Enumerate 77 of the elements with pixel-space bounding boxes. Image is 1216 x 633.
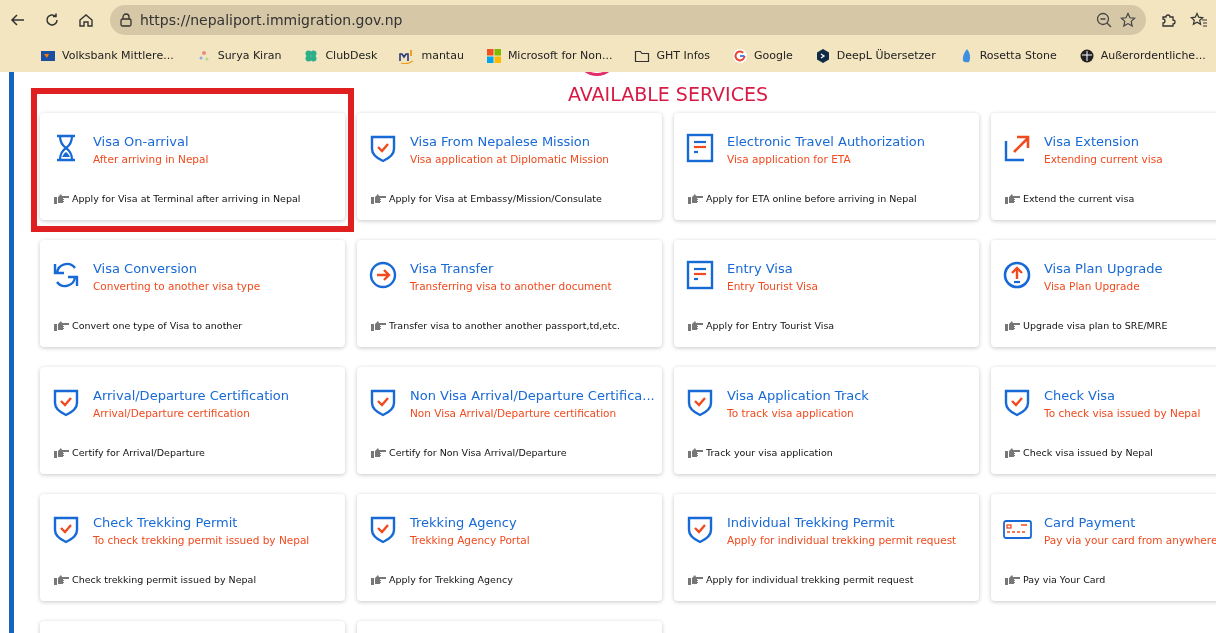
service-subtitle: Arrival/Departure certification [93,406,251,421]
service-card[interactable]: Non Visa Arrival/Departure Certifica... Non Visa Arrival/Departure certification Certify for Non Visa Arrival/Departure [357,367,662,474]
service-subtitle: Entry Tourist Visa [727,279,818,294]
service-subtitle: Pay via your card from anywhere [1044,533,1216,548]
service-description: Certify for Non Visa Arrival/Departure [389,445,567,460]
service-card[interactable]: Arrival/Departure Certification Arrival/Departure certification Certify for Arrival/Departure [40,367,345,474]
service-description: Track your visa application [706,445,833,460]
bookmark-link[interactable]: ClubDesk [303,47,378,65]
service-description: Convert one type of Visa to another [72,318,243,333]
bookmark-link[interactable]: Volksbank Mittlere... [40,47,174,65]
service-subtitle: Non Visa Arrival/Departure certification [410,406,618,421]
service-subtitle: Converting to another visa type [93,279,261,294]
service-subtitle: Visa application at Diplomatic Mission [410,152,609,167]
service-subtitle: Transferring visa to another document [410,279,612,294]
service-card[interactable]: Check Visa To check visa issued by Nepal Check visa issued by Nepal [991,367,1216,474]
service-card[interactable]: Visa On-arrival After arriving in Nepal Apply for Visa at Terminal after arriving in Nepal [40,113,345,220]
bookmark-link[interactable]: Surya Kiran [195,47,282,65]
service-subtitle: Apply for individual trekking permit request [727,533,957,548]
service-card[interactable]: Card Payment Pay via your card from anywhere Pay via Your Card [991,494,1216,601]
service-title: Visa Plan Upgrade [1044,260,1163,278]
service-subtitle: After arriving in Nepal [93,152,209,167]
address-bar[interactable]: https://nepaliport.immigration.gov.np [110,5,1146,35]
service-description: Apply for Visa at Terminal after arriving in Nepal [72,191,301,206]
service-title: Visa Transfer [410,260,495,278]
service-card[interactable]: Visa Conversion Converting to another visa type Convert one type of Visa to another [40,240,345,347]
service-card[interactable]: Check Trekking Permit To check trekking permit issued by Nepal Check trekking permit issued by Nepal [40,494,345,601]
service-card[interactable]: Electronic Travel Authorization Visa application for ETA Apply for ETA online before arriving in Nepal [674,113,979,220]
url-text: https://nepaliport.immigration.gov.np [140,10,404,30]
service-description: Check trekking permit issued by Nepal [72,572,257,587]
bookmark-link[interactable]: GHT Infos [634,47,711,65]
service-title: Card Payment [1044,514,1137,532]
service-card[interactable]: Entry Visa Entry Tourist Visa Apply for Entry Tourist Visa [674,240,979,347]
service-title: Check Trekking Permit [93,514,239,532]
service-description: Pay via Your Card [1023,572,1106,587]
service-subtitle: Visa application for ETA [727,152,852,167]
bookmark-link[interactable]: Microsoft for Non... [485,47,613,65]
service-card[interactable]: Visa Application Track To track visa application Track your visa application [674,367,979,474]
service-description: Apply for Visa at Embassy/Mission/Consulate [389,191,602,206]
service-card[interactable]: Trekking Agency Trekking Agency Portal Apply for Trekking Agency [357,494,662,601]
service-description: Check visa issued by Nepal [1023,445,1153,460]
service-title: Visa On-arrival [93,133,190,151]
bookmark-link[interactable]: Außerordentliche... [1078,47,1206,65]
service-description: Extend the current visa [1023,191,1135,206]
service-description: Upgrade visa plan to SRE/MRE [1023,318,1168,333]
service-description: Apply for ETA online before arriving in Nepal [706,191,917,206]
service-title: Electronic Travel Authorization [727,133,926,151]
service-title: Check Visa [1044,387,1117,405]
service-title: Non Visa Arrival/Departure Certifica... [410,387,655,405]
service-subtitle: To check trekking permit issued by Nepal [93,533,310,548]
service-subtitle: Extending current visa [1044,152,1163,167]
service-description: Apply for Entry Tourist Visa [706,318,835,333]
service-description: Apply for individual trekking permit request [706,572,914,587]
service-subtitle: To track visa application [727,406,855,421]
service-card[interactable]: Individual Trekking Permit Apply for individual trekking permit request Apply for individual trekking permit request [674,494,979,601]
service-title: Visa From Nepalese Mission [410,133,592,151]
service-card[interactable]: Visa Extension Extending current visa Extend the current visa [991,113,1216,220]
service-title: Individual Trekking Permit [727,514,896,532]
service-title: Visa Conversion [93,260,198,278]
service-subtitle: Trekking Agency Portal [410,533,530,548]
service-card[interactable]: Visa Plan Upgrade Visa Plan Upgrade Upgrade visa plan to SRE/MRE [991,240,1216,347]
service-title: Visa Extension [1044,133,1140,151]
service-title: Arrival/Departure Certification [93,387,290,405]
service-title: Trekking Agency [410,514,518,532]
service-card[interactable]: Visa From Nepalese Mission Visa application at Diplomatic Mission Apply for Visa at Embassy/Mission/Consulate [357,113,662,220]
service-description: Apply for Trekking Agency [389,572,513,587]
service-subtitle: To check visa issued by Nepal [1044,406,1201,421]
service-description: Transfer visa to another another passport,td,etc. [389,318,620,333]
service-card[interactable]: Visa Transfer Transferring visa to another document Transfer visa to another another passport,td,etc. [357,240,662,347]
service-description: Certify for Arrival/Departure [72,445,205,460]
section-heading: AVAILABLE SERVICES [567,82,769,106]
bookmark-link[interactable]: Google [732,47,793,65]
service-title: Visa Application Track [727,387,869,405]
bookmark-link[interactable]: DeepL Übersetzer [814,47,936,65]
bookmark-link[interactable]: mantau [399,47,464,65]
bookmark-link[interactable]: Rosetta Stone [957,47,1057,65]
service-subtitle: Visa Plan Upgrade [1044,279,1141,294]
service-title: Entry Visa [727,260,794,278]
